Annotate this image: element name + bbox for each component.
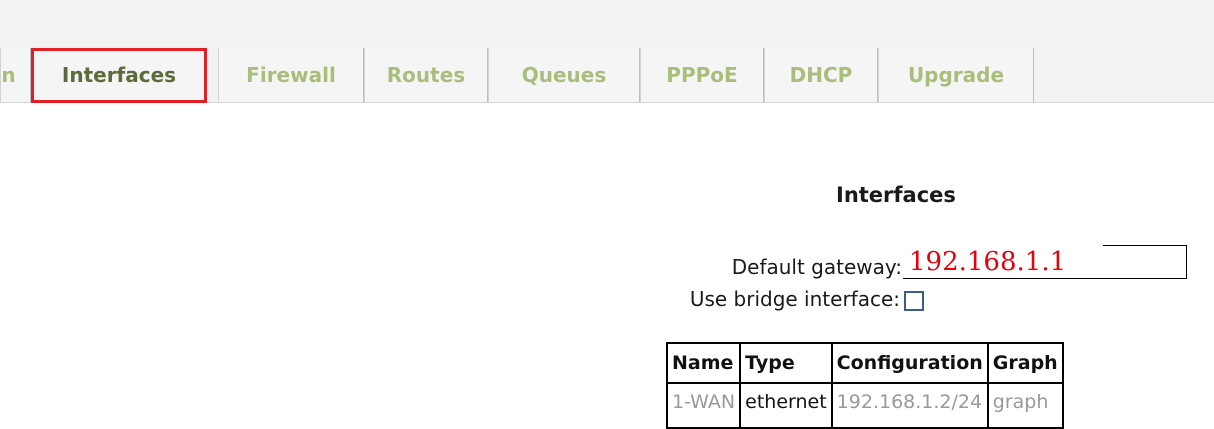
tab-pppoe[interactable]: PPPoE (640, 48, 764, 102)
tab-queues[interactable]: Queues (488, 48, 640, 102)
tab-upgrade[interactable]: Upgrade (878, 48, 1034, 102)
column-header-name: Name (665, 342, 742, 384)
interface-configuration-link[interactable]: 192.168.1.2/24 (830, 382, 989, 429)
top-strip (0, 0, 1214, 48)
interfaces-table: Name Type Configuration Graph 1-WAN ethe… (665, 342, 1064, 429)
interface-name-link[interactable]: 1-WAN (665, 382, 742, 429)
interface-type: ethernet (739, 382, 833, 429)
default-gateway-input-border (1103, 245, 1187, 246)
bridge-interface-checkbox[interactable] (904, 291, 924, 311)
page-title: Interfaces (836, 183, 956, 207)
tab-dhcp[interactable]: DHCP (764, 48, 878, 102)
tab-partial[interactable]: n (0, 48, 31, 102)
interface-graph-link[interactable]: graph (986, 382, 1064, 429)
tab-routes[interactable]: Routes (364, 48, 488, 102)
tab-firewall[interactable]: Firewall (218, 48, 364, 102)
tab-interfaces[interactable]: Interfaces (31, 48, 207, 102)
default-gateway-input[interactable] (903, 245, 1187, 279)
column-header-graph: Graph (986, 342, 1064, 384)
bridge-interface-label: Use bridge interface: (689, 287, 900, 311)
column-header-configuration: Configuration (830, 342, 989, 384)
column-header-type: Type (739, 342, 833, 384)
tab-bar: n Interfaces Firewall Routes Queues PPPo… (0, 48, 1214, 103)
default-gateway-label: Default gateway: (731, 255, 902, 279)
table-row: 1-WAN ethernet 192.168.1.2/24 graph (665, 382, 1064, 429)
table-header-row: Name Type Configuration Graph (665, 342, 1064, 384)
